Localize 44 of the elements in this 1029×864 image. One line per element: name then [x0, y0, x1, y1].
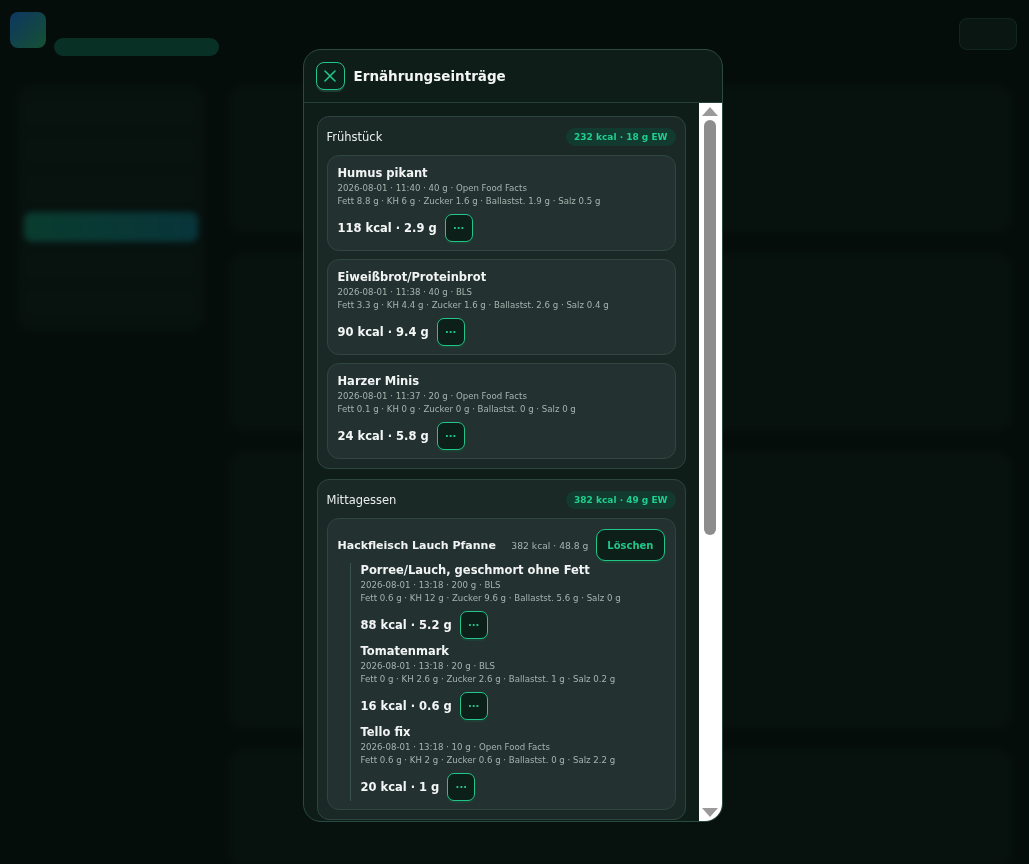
food-name: Tomatenmark [360, 644, 450, 658]
food-name: Humus pikant [337, 166, 429, 180]
recipe-name: Hackfleisch Lauch Pfanne [337, 538, 497, 552]
recipe-total: 382 kcal · 48.8 g [511, 539, 589, 551]
calorie-protein-summary: 90 kcal · 9.4 g [337, 325, 429, 339]
entry-meta: 2026-08-01 · 11:40 · 40 g · Open Food Facts [337, 183, 528, 193]
entry-meta: 2026-08-01 · 13:18 · 200 g · BLS [360, 580, 502, 590]
more-options-button[interactable]: ··· [447, 773, 476, 801]
close-button[interactable] [315, 62, 345, 90]
entry-meta: 2026-08-01 · 11:37 · 20 g · Open Food Facts [337, 391, 528, 401]
food-name: Harzer Minis [337, 374, 421, 388]
entry-meta: 2026-08-01 · 13:18 · 20 g · BLS [360, 661, 497, 671]
scrollbar[interactable] [698, 103, 722, 821]
more-options-button[interactable]: ··· [459, 692, 488, 720]
meal-total-badge: 232 kcal · 18 g EW [566, 128, 676, 146]
blurred-logo [10, 12, 46, 48]
calorie-protein-summary: 24 kcal · 5.8 g [337, 429, 429, 443]
more-options-button[interactable]: ··· [436, 422, 465, 450]
calorie-protein-summary: 16 kcal · 0.6 g [360, 699, 452, 713]
nutrient-details: Fett 0.1 g · KH 0 g · Zucker 0 g · Ballastst. 0 g · Salz 0 g [337, 404, 577, 414]
scrollbar-thumb[interactable] [704, 120, 716, 535]
calorie-protein-summary: 88 kcal · 5.2 g [360, 618, 452, 632]
more-options-button[interactable]: ··· [436, 318, 465, 346]
close-icon [324, 70, 336, 82]
scroll-down-icon[interactable] [702, 808, 718, 817]
entry-meta: 2026-08-01 · 11:38 · 40 g · BLS [337, 287, 474, 297]
calorie-protein-summary: 118 kcal · 2.9 g [337, 221, 437, 235]
delete-button[interactable]: Löschen [596, 529, 665, 561]
food-name: Porree/Lauch, geschmort ohne Fett [360, 563, 591, 577]
food-name: Eiweißbrot/Proteinbrot [337, 270, 488, 284]
food-name: Tello fix [360, 725, 412, 739]
more-options-button[interactable]: ··· [459, 611, 488, 639]
nutrient-details: Fett 0.6 g · KH 12 g · Zucker 9.6 g · Ballastst. 5.6 g · Salz 0 g [360, 593, 622, 603]
dialog-title: Ernährungseinträge [353, 68, 506, 84]
meal-name: Frühstück [326, 130, 383, 144]
nutrient-details: Fett 0 g · KH 2.6 g · Zucker 2.6 g · Ballastst. 1 g · Salz 0.2 g [360, 674, 617, 684]
entry-meta: 2026-08-01 · 13:18 · 10 g · Open Food Facts [360, 742, 551, 752]
nutrient-details: Fett 3.3 g · KH 4.4 g · Zucker 1.6 g · Ballastst. 2.6 g · Salz 0.4 g [337, 300, 610, 310]
calorie-protein-summary: 20 kcal · 1 g [360, 780, 440, 794]
nutrient-details: Fett 0.6 g · KH 2 g · Zucker 0.6 g · Ballastst. 0 g · Salz 2.2 g [360, 755, 617, 765]
nutrient-details: Fett 8.8 g · KH 6 g · Zucker 1.6 g · Ballastst. 1.9 g · Salz 0.5 g [337, 196, 602, 206]
more-options-button[interactable]: ··· [444, 214, 473, 242]
meal-total-badge: 382 kcal · 49 g EW [566, 491, 676, 509]
meal-name: Mittagessen [326, 493, 397, 507]
